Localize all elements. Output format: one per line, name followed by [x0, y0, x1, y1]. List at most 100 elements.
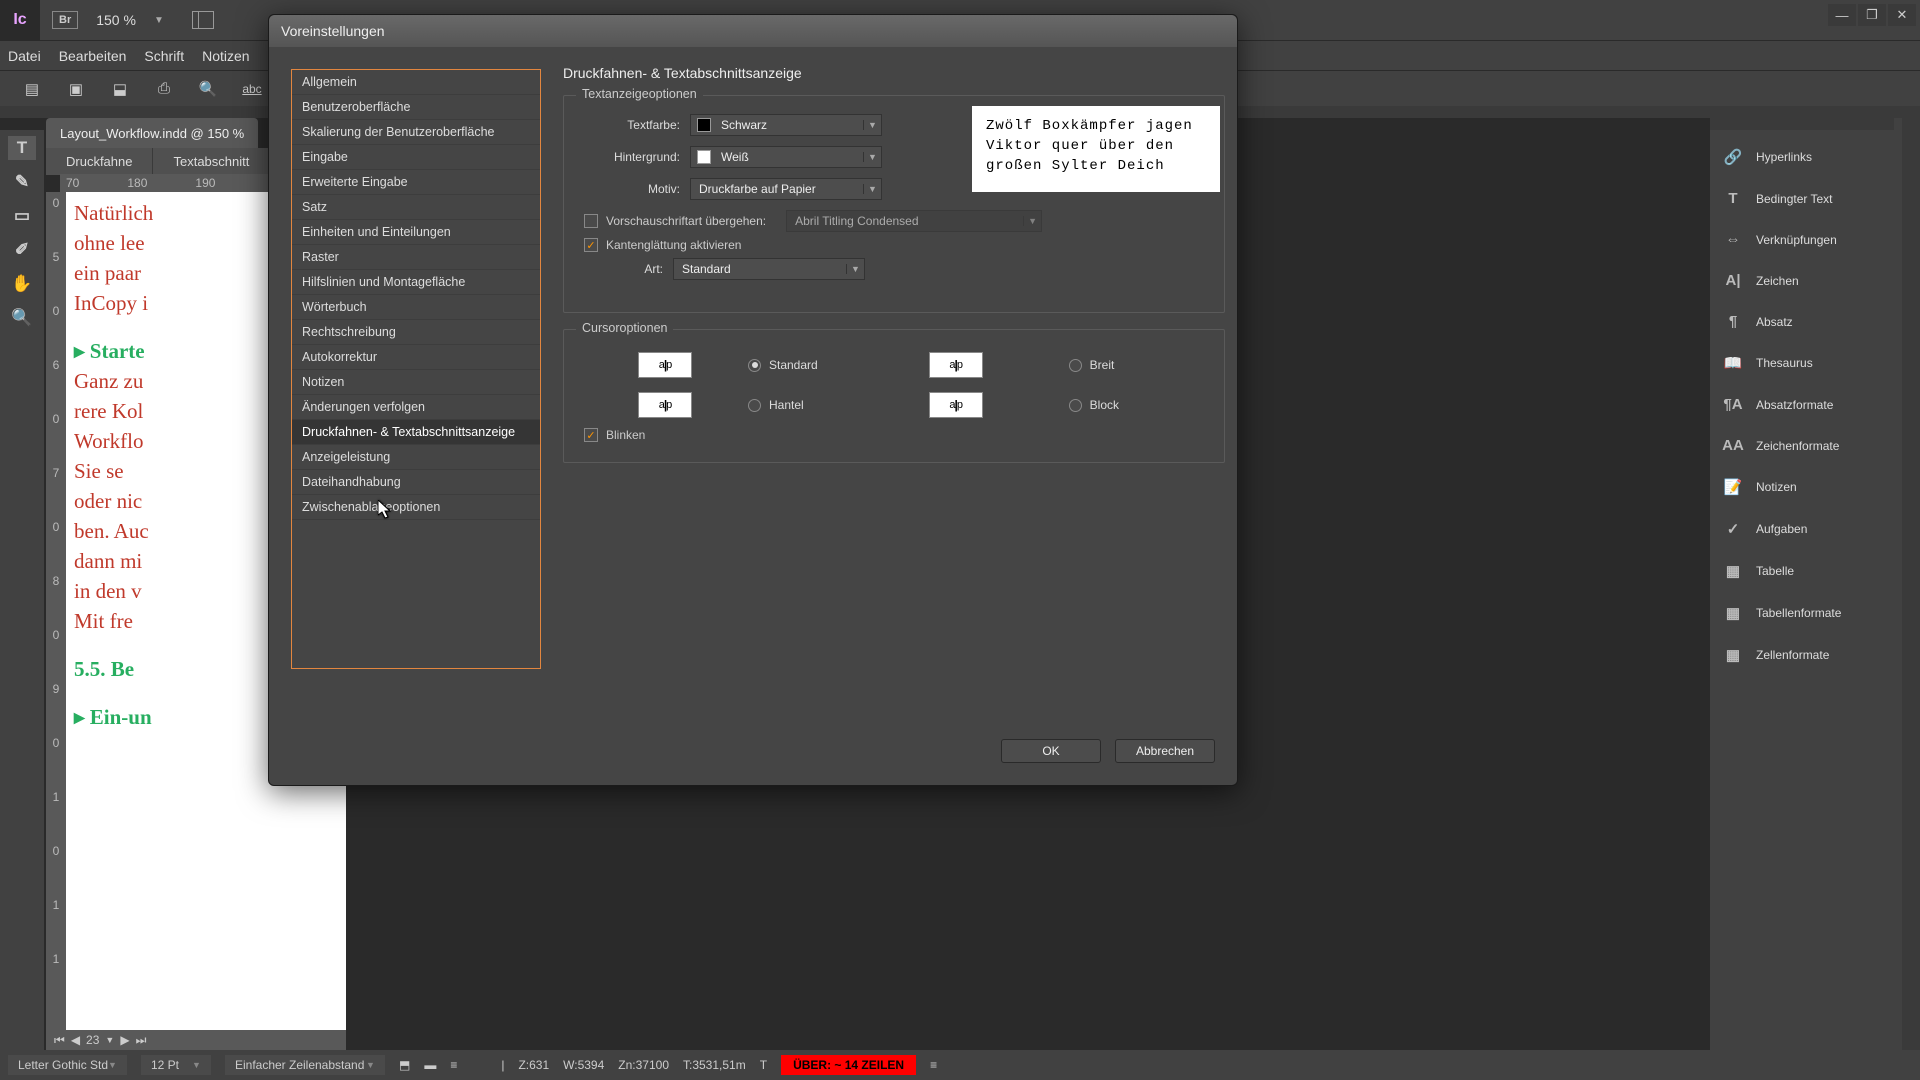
- cursor-radio-breit[interactable]: Breit: [1069, 358, 1210, 372]
- page-dropdown-icon[interactable]: ▼: [105, 1035, 114, 1045]
- zoom-dropdown-icon[interactable]: ▼: [154, 15, 164, 26]
- mode-tab[interactable]: Druckfahne: [46, 148, 153, 175]
- category-item[interactable]: Notizen: [292, 370, 540, 395]
- panel-zeichenformate[interactable]: AA Zeichenformate: [1710, 425, 1902, 466]
- panel-zellenformate[interactable]: ▦Zellenformate: [1710, 634, 1902, 676]
- bridge-badge[interactable]: Br: [52, 11, 78, 29]
- category-item[interactable]: Rechtschreibung: [292, 320, 540, 345]
- category-item[interactable]: Raster: [292, 245, 540, 270]
- panel-icon: ¶: [1722, 313, 1744, 330]
- panel-tabelle[interactable]: ▦Tabelle: [1710, 550, 1902, 592]
- menu-bearbeiten[interactable]: Bearbeiten: [59, 48, 127, 64]
- category-item[interactable]: Erweiterte Eingabe: [292, 170, 540, 195]
- line-toggle-icon[interactable]: ≡: [450, 1058, 457, 1072]
- window-minimize-button[interactable]: —: [1828, 4, 1856, 26]
- panel-icon: T: [1722, 190, 1744, 207]
- block-toggle-icon[interactable]: ▬: [424, 1058, 436, 1072]
- zoom-tool-icon[interactable]: 🔍: [8, 306, 36, 330]
- search-icon[interactable]: 🔍: [198, 80, 218, 98]
- panel-bedingter text[interactable]: TBedingter Text: [1710, 178, 1902, 219]
- category-item[interactable]: Hilfslinien und Montagefläche: [292, 270, 540, 295]
- window-close-button[interactable]: ✕: [1888, 4, 1916, 26]
- cursor-radio-standard[interactable]: Standard: [748, 358, 909, 372]
- black-swatch-icon: [697, 118, 711, 132]
- blink-checkbox[interactable]: [584, 428, 598, 442]
- pen-tool-icon[interactable]: ✎: [8, 170, 36, 194]
- category-item[interactable]: Satz: [292, 195, 540, 220]
- page-number[interactable]: 23: [86, 1033, 99, 1047]
- print-icon[interactable]: ⎙: [154, 80, 174, 98]
- cancel-button[interactable]: Abbrechen: [1115, 739, 1215, 763]
- category-item[interactable]: Skalierung der Benutzeroberfläche: [292, 120, 540, 145]
- category-item[interactable]: Änderungen verfolgen: [292, 395, 540, 420]
- first-page-icon[interactable]: ⏮: [54, 1033, 65, 1048]
- blink-label: Blinken: [606, 428, 645, 442]
- cursor-radio-block[interactable]: Block: [1069, 398, 1210, 412]
- panel-label: Zeichenformate: [1756, 439, 1839, 453]
- category-item[interactable]: Eingabe: [292, 145, 540, 170]
- menu-schrift[interactable]: Schrift: [144, 48, 184, 64]
- category-item[interactable]: Einheiten und Einteilungen: [292, 220, 540, 245]
- column-toggle-icon[interactable]: ⬒: [399, 1058, 410, 1072]
- note-tool-icon[interactable]: ▭: [8, 204, 36, 228]
- hamburger-icon[interactable]: ≡: [930, 1058, 937, 1072]
- font-family-combo[interactable]: Letter Gothic Std▼: [8, 1055, 127, 1075]
- next-page-icon[interactable]: ▶: [120, 1033, 129, 1047]
- override-font-checkbox[interactable]: [584, 214, 598, 228]
- category-item[interactable]: Zwischenablageoptionen: [292, 495, 540, 520]
- prev-page-icon[interactable]: ◀: [71, 1033, 80, 1047]
- panel-absatzformate[interactable]: ¶AAbsatzformate: [1710, 384, 1902, 425]
- panel-label: Hyperlinks: [1756, 150, 1812, 164]
- open-icon[interactable]: ▣: [66, 80, 86, 98]
- status-bar: Letter Gothic Std▼ 12 Pt▼ Einfacher Zeil…: [0, 1050, 1920, 1080]
- type-tool-icon[interactable]: T: [8, 136, 36, 160]
- panel-icon: AA: [1722, 437, 1744, 454]
- document-pager[interactable]: ⏮ ◀ 23 ▼ ▶ ⏭: [46, 1030, 346, 1050]
- category-list[interactable]: AllgemeinBenutzeroberflächeSkalierung de…: [291, 69, 541, 669]
- panel-label: Aufgaben: [1756, 522, 1807, 536]
- right-panel-dock: 🔗HyperlinksTBedingter Text⇔Verknüpfungen…: [1710, 118, 1920, 1050]
- category-item[interactable]: Wörterbuch: [292, 295, 540, 320]
- category-item[interactable]: Dateihandhabung: [292, 470, 540, 495]
- save-icon[interactable]: ⬓: [110, 80, 130, 98]
- panel-icon: ✓: [1722, 520, 1744, 538]
- cursor-options-legend: Cursoroptionen: [576, 321, 673, 335]
- stat-z: Z:631: [518, 1058, 549, 1072]
- cursor-radio-hantel[interactable]: Hantel: [748, 398, 909, 412]
- panel-aufgaben[interactable]: ✓ Aufgaben: [1710, 508, 1902, 550]
- hand-tool-icon[interactable]: ✋: [8, 272, 36, 296]
- panel-hyperlinks[interactable]: 🔗Hyperlinks: [1710, 136, 1902, 178]
- cursor-thumb-breit: a|p: [929, 352, 983, 378]
- text-color-combo[interactable]: Schwarz▼: [690, 114, 882, 136]
- zoom-level[interactable]: 150 %: [96, 12, 136, 28]
- last-page-icon[interactable]: ⏭: [136, 1033, 147, 1048]
- font-size-combo[interactable]: 12 Pt▼: [141, 1055, 211, 1075]
- background-combo[interactable]: Weiß▼: [690, 146, 882, 168]
- category-item[interactable]: Anzeigeleistung: [292, 445, 540, 470]
- motif-combo[interactable]: Druckfarbe auf Papier▼: [690, 178, 882, 200]
- leading-combo[interactable]: Einfacher Zeilenabstand▼: [225, 1055, 385, 1075]
- layout-mode-icon[interactable]: [192, 11, 214, 29]
- spellcheck-icon[interactable]: abc: [242, 80, 262, 98]
- mode-tab[interactable]: Textabschnitt: [153, 148, 270, 175]
- antialias-type-combo[interactable]: Standard▼: [673, 258, 865, 280]
- document-tab[interactable]: Layout_Workflow.indd @ 150 %: [46, 118, 258, 148]
- menu-datei[interactable]: Datei: [8, 48, 41, 64]
- right-panel-scrollbar[interactable]: [1902, 118, 1920, 1050]
- category-item[interactable]: Allgemein: [292, 70, 540, 95]
- panel-thesaurus[interactable]: 📖Thesaurus: [1710, 342, 1902, 384]
- panel-tabellenformate[interactable]: ▦Tabellenformate: [1710, 592, 1902, 634]
- panel-notizen[interactable]: 📝Notizen: [1710, 466, 1902, 508]
- category-item[interactable]: Autokorrektur: [292, 345, 540, 370]
- window-maximize-button[interactable]: ❐: [1858, 4, 1886, 26]
- panel-absatz[interactable]: ¶Absatz: [1710, 301, 1902, 342]
- ok-button[interactable]: OK: [1001, 739, 1101, 763]
- panel-verknüpfungen[interactable]: ⇔Verknüpfungen: [1710, 219, 1902, 260]
- eyedropper-tool-icon[interactable]: ✐: [8, 238, 36, 262]
- category-item[interactable]: Benutzeroberfläche: [292, 95, 540, 120]
- panel-zeichen[interactable]: A|Zeichen: [1710, 260, 1902, 301]
- category-item[interactable]: Druckfahnen- & Textabschnittsanzeige: [292, 420, 540, 445]
- menu-notizen[interactable]: Notizen: [202, 48, 249, 64]
- new-icon[interactable]: ▤: [22, 80, 42, 98]
- antialias-checkbox[interactable]: [584, 238, 598, 252]
